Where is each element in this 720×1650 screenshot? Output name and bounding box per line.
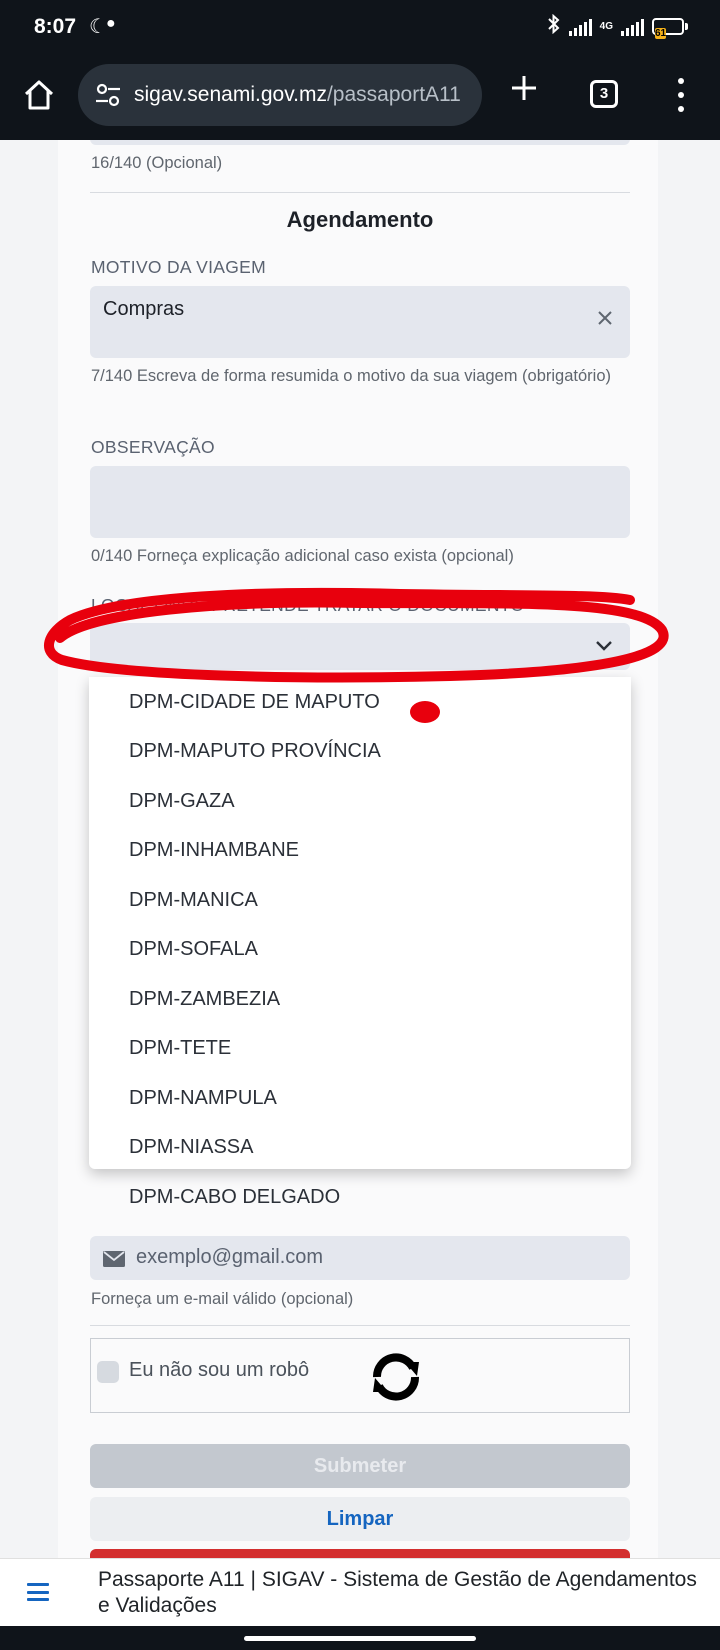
- loading-spinner-icon: [373, 1353, 419, 1401]
- captcha-widget: Eu não sou um robô: [90, 1338, 630, 1413]
- clear-button[interactable]: Limpar: [90, 1497, 630, 1541]
- local-dropdown: DPM-CIDADE DE MAPUTO DPM-MAPUTO PROVÍNCI…: [89, 677, 631, 1208]
- status-bar: 8:07 ☾ ● 4G 61: [0, 0, 720, 56]
- chevron-down-icon: [596, 641, 612, 651]
- dropdown-option[interactable]: DPM-MANICA: [129, 889, 258, 912]
- email-placeholder: exemplo@gmail.com: [136, 1246, 324, 1268]
- dropdown-option[interactable]: DPM-NAMPULA: [129, 1087, 277, 1110]
- local-select[interactable]: [90, 623, 630, 670]
- dropdown-option[interactable]: DPM-MAPUTO PROVÍNCIA: [129, 740, 381, 763]
- dropdown-option[interactable]: DPM-INHAMBANE: [129, 839, 299, 862]
- new-tab-button[interactable]: [508, 72, 540, 104]
- motivo-hint: 7/140 Escreva de forma resumida o motivo…: [91, 367, 611, 385]
- battery-level: 61: [655, 28, 667, 39]
- dropdown-option[interactable]: DPM-SOFALA: [129, 938, 258, 961]
- tab-switcher-button[interactable]: 3: [590, 80, 618, 108]
- site-title: Passaporte A11 | SIGAV - Sistema de Gest…: [98, 1568, 697, 1617]
- dropdown-option[interactable]: DPM-CIDADE DE MAPUTO: [129, 691, 380, 714]
- clear-icon[interactable]: [596, 309, 614, 327]
- home-icon: [24, 80, 54, 110]
- home-button[interactable]: [22, 78, 56, 112]
- motivo-value: Compras: [103, 298, 185, 320]
- clock: 8:07: [34, 15, 77, 38]
- chat-notification-icon: ●: [106, 15, 116, 32]
- submit-button[interactable]: Submeter: [90, 1444, 630, 1488]
- envelope-icon: [103, 1251, 125, 1267]
- dropdown-option[interactable]: DPM-GAZA: [129, 790, 235, 813]
- email-hint: Forneça um e-mail válido (opcional): [91, 1290, 354, 1308]
- hamburger-menu-icon[interactable]: [27, 1583, 49, 1601]
- observacao-label: OBSERVAÇÃO: [91, 437, 215, 457]
- divider: [90, 1325, 630, 1326]
- motivo-label: MOTIVO DA VIAGEM: [91, 257, 266, 277]
- signal-icon-2: [621, 18, 644, 36]
- local-label: LOCAL ONDE PRETENDE TRATAR O DOCUMENTO *: [91, 595, 537, 615]
- do-not-disturb-icon: ☾: [89, 16, 107, 38]
- address-bar[interactable]: sigav.senami.gov.mz/passaportA11: [78, 64, 482, 126]
- section-divider: [90, 192, 630, 193]
- previous-field-bottom[interactable]: [90, 140, 630, 145]
- network-type: 4G: [599, 20, 613, 32]
- home-gesture-handle[interactable]: [244, 1636, 476, 1641]
- signal-icon: [568, 18, 592, 36]
- url-text: sigav.senami.gov.mz/passaportA11: [134, 83, 461, 106]
- observacao-hint: 0/140 Forneça explicação adicional caso …: [91, 547, 514, 565]
- observacao-field[interactable]: [90, 466, 630, 538]
- web-page: 16/140 (Opcional) Agendamento MOTIVO DA …: [0, 140, 720, 1558]
- battery-icon: 61: [652, 18, 688, 39]
- dropdown-option[interactable]: DPM-TETE: [129, 1037, 231, 1060]
- system-navigation-bar: [0, 1626, 720, 1650]
- site-settings-icon[interactable]: [94, 81, 122, 109]
- browser-menu-button[interactable]: [676, 78, 686, 112]
- dropdown-option[interactable]: DPM-ZAMBEZIA: [129, 988, 280, 1011]
- previous-field-counter: 16/140 (Opcional): [91, 154, 223, 172]
- plus-icon: [512, 76, 536, 100]
- captcha-checkbox[interactable]: [97, 1361, 119, 1383]
- bottom-app-bar: Passaporte A11 | SIGAV - Sistema de Gest…: [0, 1558, 720, 1626]
- dropdown-option[interactable]: DPM-CABO DELGADO: [129, 1186, 340, 1209]
- email-field[interactable]: exemplo@gmail.com: [90, 1236, 630, 1280]
- cancel-button[interactable]: [90, 1549, 630, 1558]
- captcha-label: Eu não sou um robô: [129, 1359, 310, 1381]
- dropdown-option[interactable]: DPM-NIASSA: [129, 1136, 253, 1159]
- bluetooth-icon: [547, 13, 561, 39]
- motivo-field[interactable]: Compras: [90, 286, 630, 358]
- browser-toolbar: sigav.senami.gov.mz/passaportA11 3: [0, 56, 720, 140]
- section-title: Agendamento: [286, 207, 434, 232]
